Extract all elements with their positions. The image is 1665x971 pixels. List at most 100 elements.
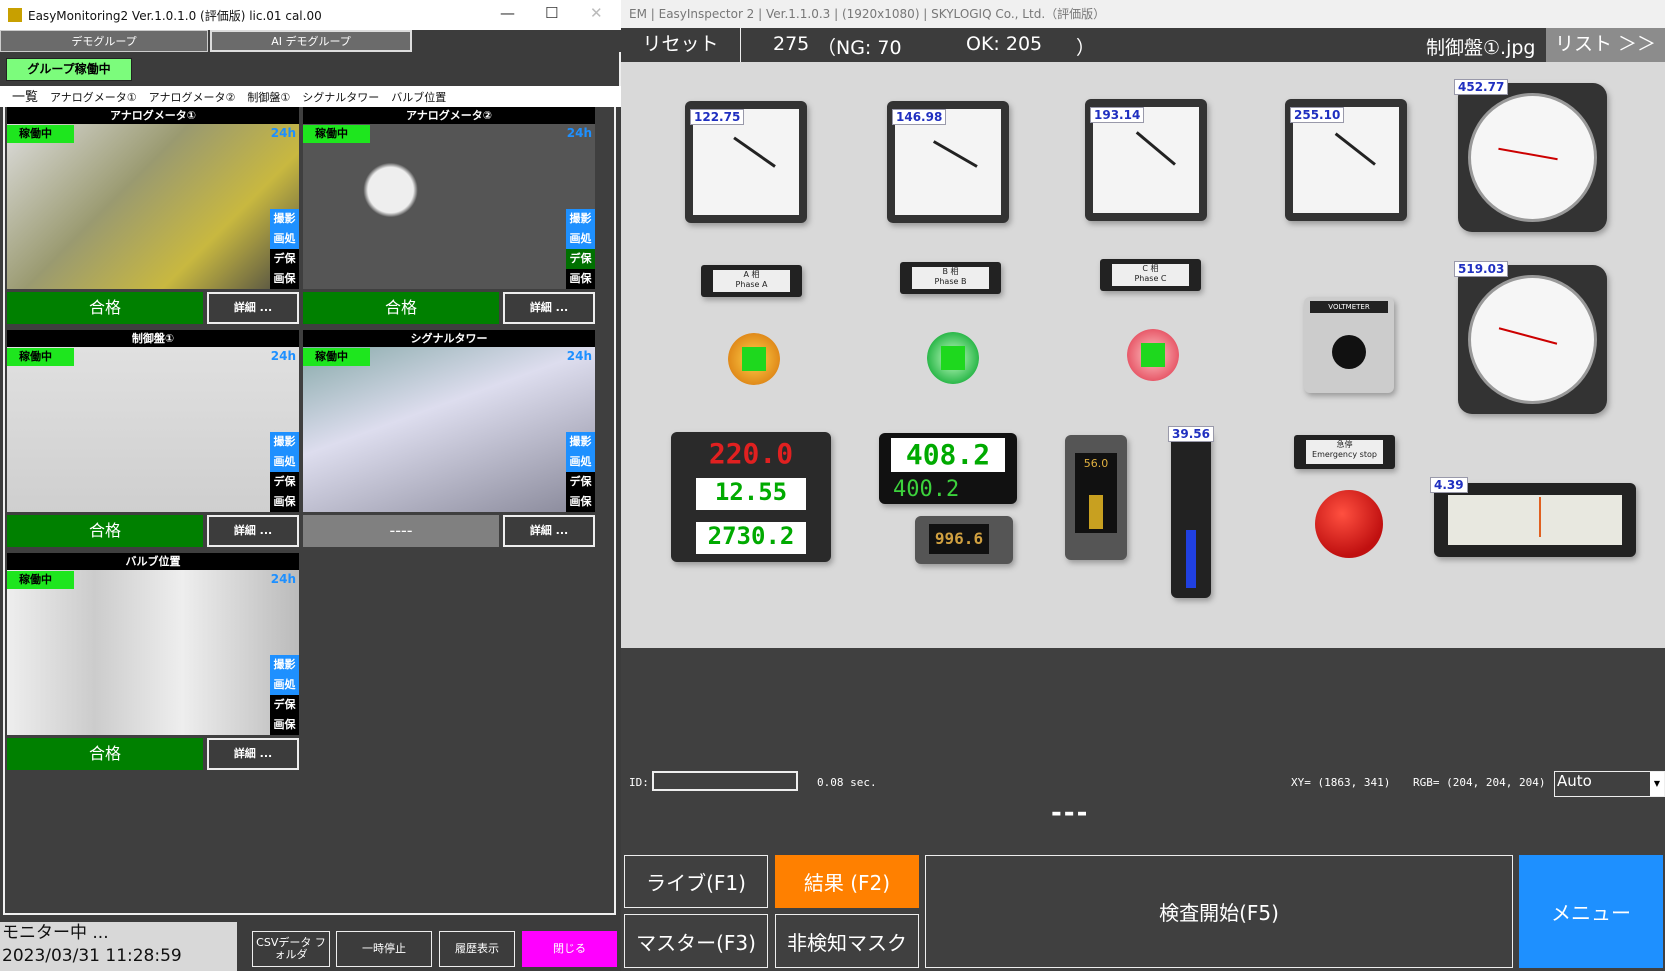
flag-badge: 画処 bbox=[270, 229, 299, 249]
running-badge: 稼働中 bbox=[7, 125, 74, 143]
total-count: 275 bbox=[773, 33, 810, 55]
temp-display: 996.6 bbox=[929, 524, 989, 554]
schedule-badge: 24h bbox=[270, 126, 296, 140]
lamp-green bbox=[927, 332, 979, 384]
flag-badge: デ保 bbox=[566, 249, 595, 269]
current-display: 12.55 bbox=[696, 478, 806, 510]
status-area: モニター中 ... 2023/03/31 11:28:59 bbox=[0, 922, 237, 971]
elapsed-time: 0.08 sec. bbox=[817, 776, 877, 789]
reset-button[interactable]: リセット bbox=[621, 28, 741, 62]
detail-button[interactable]: 詳細 ... bbox=[207, 515, 299, 547]
voltmeter-label: VOLTMETER bbox=[1310, 301, 1388, 313]
tab-demo-group[interactable]: デモグループ bbox=[0, 30, 208, 52]
lamp-red bbox=[1127, 329, 1179, 381]
phase-en: Phase C bbox=[1134, 274, 1167, 283]
mode-value: Auto bbox=[1557, 772, 1592, 790]
reading-label: 452.77 bbox=[1454, 79, 1509, 95]
tile-title: アナログメータ① bbox=[7, 107, 299, 124]
subtab-list[interactable]: 一覧 bbox=[6, 86, 44, 107]
result-status: 合格 bbox=[7, 738, 203, 770]
list-button[interactable]: リスト ＞＞ bbox=[1546, 28, 1665, 62]
ammeter: 193.14 bbox=[1085, 99, 1207, 221]
mask-button[interactable]: 非検知マスク bbox=[775, 914, 919, 968]
running-badge: 稼働中 bbox=[7, 571, 74, 589]
camera-thumbnail[interactable]: 稼働中 24h 撮影 画処 デ保 画保 bbox=[7, 570, 299, 735]
camera-thumbnail[interactable]: 稼働中 24h 撮影 画処 デ保 画保 bbox=[303, 124, 595, 289]
result-button[interactable]: 結果 (F2) bbox=[775, 855, 919, 908]
phase-jp: B 相 bbox=[942, 267, 959, 276]
flag-badge: 画処 bbox=[566, 452, 595, 472]
rgb-readout: RGB= (204, 204, 204) bbox=[1413, 776, 1546, 789]
datetime: 2023/03/31 11:28:59 bbox=[2, 946, 182, 966]
result-status: ---- bbox=[303, 515, 499, 547]
detail-button[interactable]: 詳細 ... bbox=[503, 515, 595, 547]
flag-badge: 画保 bbox=[270, 269, 299, 289]
subtab-signal-tower[interactable]: シグナルタワー bbox=[296, 89, 385, 107]
monitor-tile: シグナルタワー 稼働中 24h 撮影 画処 デ保 画保 ---- 詳細 ... bbox=[303, 330, 595, 550]
close-icon[interactable]: ✕ bbox=[590, 4, 603, 22]
voltmeter-switch: VOLTMETER bbox=[1304, 297, 1394, 393]
ammeter: 146.98 bbox=[887, 101, 1009, 223]
result-status: 合格 bbox=[303, 292, 499, 324]
phase-jp: C 相 bbox=[1142, 264, 1159, 273]
pv-display: 408.2 bbox=[891, 438, 1005, 472]
flag-badge: デ保 bbox=[270, 695, 299, 715]
start-inspection-button[interactable]: 検査開始(F5) bbox=[925, 855, 1513, 968]
flag-badge: 画処 bbox=[566, 229, 595, 249]
camera-thumbnail[interactable]: 稼働中 24h 撮影 画処 デ保 画保 bbox=[7, 347, 299, 512]
camera-thumbnail[interactable]: 稼働中 24h 撮影 画処 デ保 画保 bbox=[7, 124, 299, 289]
bar-gauge: 39.56 bbox=[1168, 426, 1214, 598]
group-header: グループ稼働中 bbox=[0, 52, 621, 86]
pause-button[interactable]: 一時停止 bbox=[336, 931, 432, 967]
power-meter: 220.0 12.55 2730.2 bbox=[671, 432, 831, 562]
mode-select[interactable]: Auto ▼ bbox=[1554, 771, 1665, 797]
monitor-titlebar: EasyMonitoring2 Ver.1.0.1.0 (評価版) lic.01… bbox=[0, 0, 621, 30]
chevron-down-icon[interactable]: ▼ bbox=[1650, 772, 1664, 796]
close-button[interactable]: 閉じる bbox=[522, 931, 617, 967]
id-input[interactable] bbox=[652, 771, 798, 791]
xy-readout: XY= (1863, 341) bbox=[1291, 776, 1391, 789]
reading-label: 39.56 bbox=[1168, 426, 1214, 442]
phase-c-plate: C 相 Phase C bbox=[1100, 259, 1201, 291]
subtab-analog2[interactable]: アナログメータ② bbox=[143, 89, 242, 107]
inspector-titlebar: EM | EasyInspector 2 | Ver.1.1.0.3 | (19… bbox=[621, 0, 1665, 28]
reading-label: 193.14 bbox=[1090, 107, 1145, 123]
monitor-tile: 制御盤① 稼働中 24h 撮影 画処 デ保 画保 合格 詳細 ... bbox=[7, 330, 299, 550]
detail-button[interactable]: 詳細 ... bbox=[207, 292, 299, 324]
horizontal-meter: 4.39 bbox=[1430, 477, 1636, 557]
inspection-image[interactable]: 122.75 146.98 193.14 255.10 452.77 519.03 A… bbox=[621, 62, 1665, 648]
camera-thumbnail[interactable]: 稼働中 24h 撮影 画処 デ保 画保 bbox=[303, 347, 595, 512]
menu-button[interactable]: メニュー bbox=[1519, 855, 1663, 968]
temp-controller: 996.6 bbox=[915, 516, 1013, 564]
phase-b-plate: B 相 Phase B bbox=[900, 262, 1001, 294]
subtab-control-panel[interactable]: 制御盤① bbox=[241, 89, 296, 107]
csv-folder-button[interactable]: CSVデータ フォルダ bbox=[252, 931, 330, 967]
tab-ai-demo-group[interactable]: AI デモグループ bbox=[210, 30, 412, 52]
flag-badge: デ保 bbox=[270, 472, 299, 492]
reading-label: 4.39 bbox=[1430, 477, 1468, 493]
tile-title: シグナルタワー bbox=[303, 330, 595, 347]
subtab-valve[interactable]: バルブ位置 bbox=[385, 89, 452, 107]
lamp-yellow bbox=[728, 333, 780, 385]
ac-ammeter-2: 519.03 bbox=[1454, 261, 1607, 414]
history-button[interactable]: 履歴表示 bbox=[439, 931, 515, 967]
detail-button[interactable]: 詳細 ... bbox=[207, 738, 299, 770]
file-name: 制御盤①.jpg bbox=[1426, 37, 1536, 59]
live-button[interactable]: ライブ(F1) bbox=[624, 855, 768, 908]
reading-label: 255.10 bbox=[1290, 107, 1345, 123]
maximize-icon[interactable]: ☐ bbox=[545, 4, 558, 22]
reading-label: 519.03 bbox=[1454, 261, 1509, 277]
flag-badge: デ保 bbox=[270, 249, 299, 269]
phase-jp: A 相 bbox=[743, 270, 760, 279]
id-label: ID: bbox=[629, 776, 649, 789]
detail-button[interactable]: 詳細 ... bbox=[503, 292, 595, 324]
schedule-badge: 24h bbox=[566, 349, 592, 363]
minimize-icon[interactable]: — bbox=[500, 4, 515, 22]
master-button[interactable]: マスター(F3) bbox=[624, 914, 768, 968]
monitor-tile: アナログメータ① 稼働中 24h 撮影 画処 デ保 画保 合格 詳細 ... bbox=[7, 107, 299, 327]
subtab-analog1[interactable]: アナログメータ① bbox=[44, 89, 143, 107]
estop-jp: 急停 bbox=[1336, 440, 1353, 449]
group-status-button[interactable]: グループ稼働中 bbox=[6, 58, 132, 81]
flag-badge: 画処 bbox=[270, 452, 299, 472]
schedule-badge: 24h bbox=[270, 572, 296, 586]
